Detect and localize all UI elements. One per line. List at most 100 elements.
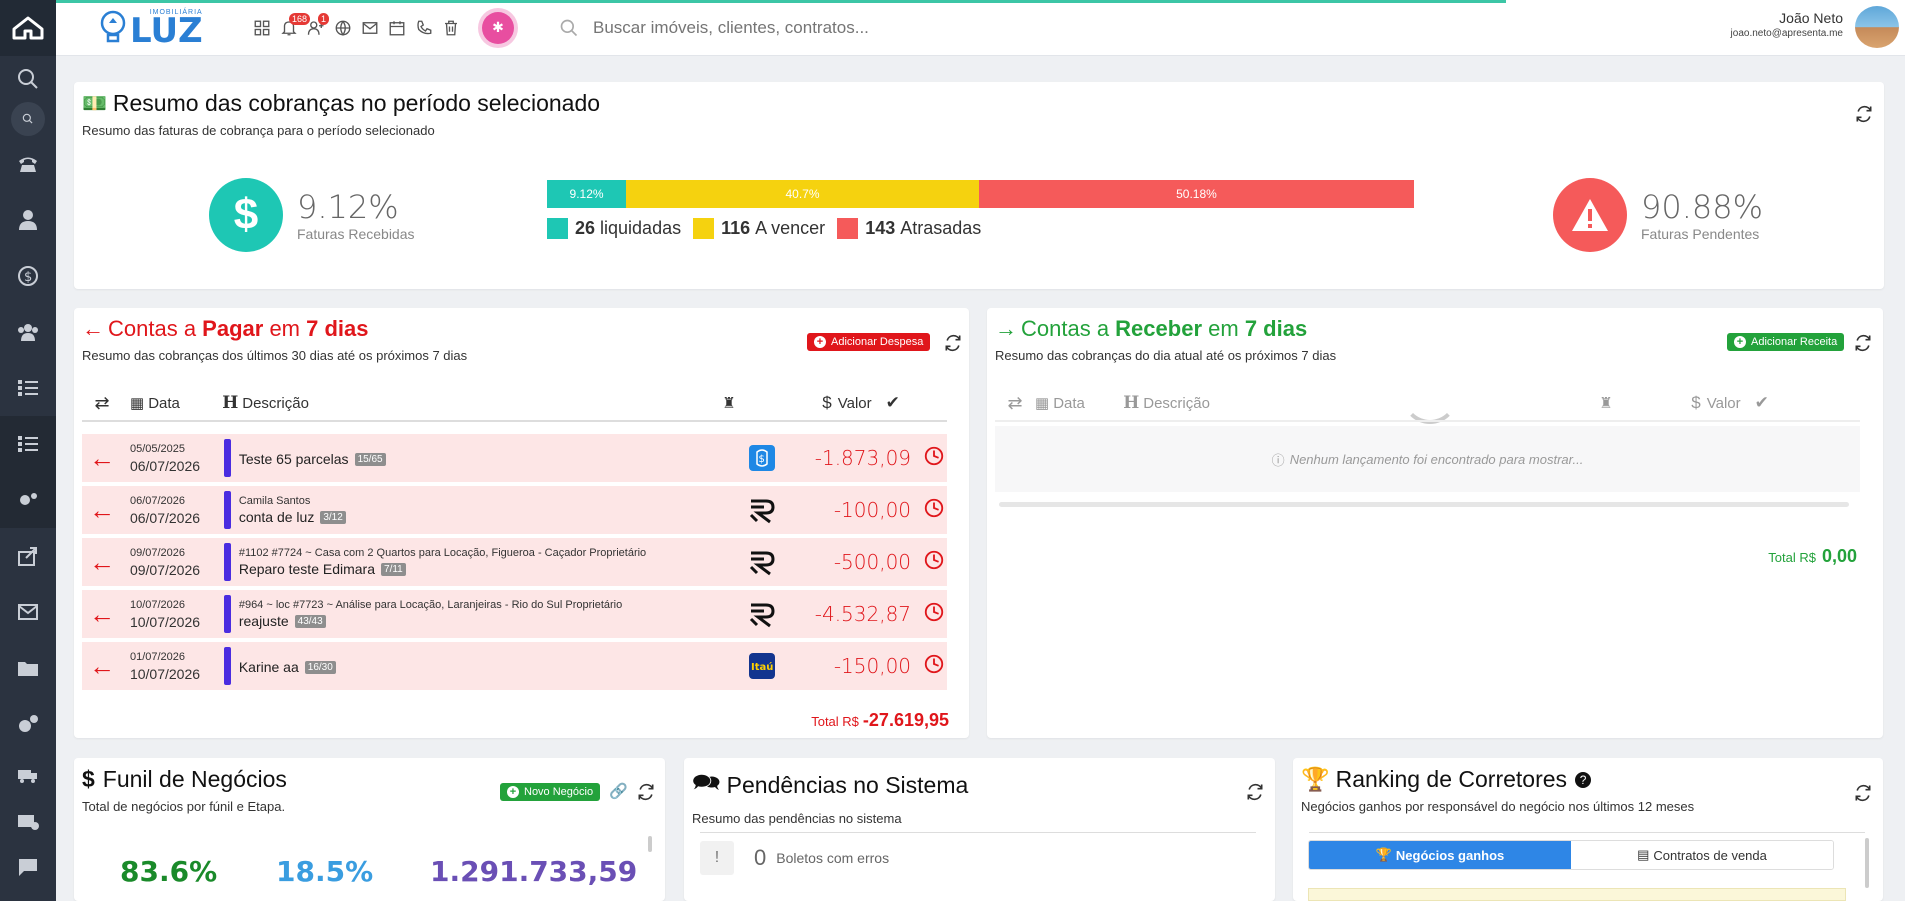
- sort-icon[interactable]: ⇄: [995, 393, 1035, 414]
- horizontal-scrollbar[interactable]: [999, 502, 1849, 507]
- bank-itau-icon: Itaú: [748, 652, 776, 680]
- envelope-icon[interactable]: [356, 13, 383, 43]
- tab-negocios-ganhos[interactable]: 🏆 Negócios ganhos: [1309, 841, 1571, 869]
- ranking-refresh-icon[interactable]: [1853, 783, 1873, 803]
- pendencias-refresh-icon[interactable]: [1245, 782, 1265, 802]
- new-deal-button[interactable]: + Novo Negócio: [500, 783, 601, 801]
- user-info[interactable]: João Neto joao.neto@apresenta.me: [1731, 10, 1843, 39]
- list-icon[interactable]: [0, 416, 56, 472]
- arrow-left-icon: ←: [88, 442, 115, 473]
- funil-kpi-conversion: 83.6%: [120, 855, 218, 888]
- globe-icon[interactable]: [329, 13, 356, 43]
- check-col-icon[interactable]: ✔: [1755, 393, 1769, 413]
- table-row[interactable]: ← 10/07/2026 10/07/2026 #964 ~ loc #7723 ~ …: [82, 590, 947, 640]
- sort-icon[interactable]: ⇄: [82, 393, 122, 414]
- row-title[interactable]: reajuste: [239, 613, 289, 629]
- status-legend: 26 liquidadas 116 A vencer 143 Atrasadas: [547, 218, 993, 239]
- arrow-left-icon: ←: [88, 546, 115, 577]
- lightbulb-icon: [100, 10, 126, 42]
- table-row[interactable]: ← 06/07/2026 06/07/2026 Camila Santos conta …: [82, 486, 947, 536]
- info-icon: ⓘ: [1271, 452, 1285, 468]
- clock-pending-icon[interactable]: [923, 653, 947, 680]
- folder-icon[interactable]: [0, 640, 56, 696]
- tab-contratos-venda[interactable]: ▤ Contratos de venda: [1571, 841, 1833, 869]
- pendencia-item[interactable]: ! 0 Boletos com erros: [700, 841, 889, 875]
- legend-item: 143 Atrasadas: [837, 218, 981, 239]
- legend-count: 26: [575, 218, 596, 238]
- apps-grid-icon[interactable]: [248, 13, 275, 43]
- col-data[interactable]: Data: [148, 395, 222, 412]
- global-search-input[interactable]: [593, 17, 1093, 38]
- quick-search-icon[interactable]: [0, 102, 56, 136]
- help-icon[interactable]: ?: [1575, 771, 1592, 788]
- gears-icon[interactable]: [0, 696, 56, 752]
- chat-icon[interactable]: [0, 844, 56, 890]
- col-descricao[interactable]: Descrição: [1143, 395, 1599, 412]
- check-col-icon[interactable]: ✔: [886, 393, 900, 413]
- summary-refresh-icon[interactable]: [1854, 104, 1874, 124]
- document-alert-icon: !: [700, 841, 734, 875]
- row-meta: #1102 #7724 ~ Casa com 2 Quartos para Lo…: [238, 547, 647, 559]
- pagar-refresh-icon[interactable]: [943, 333, 963, 353]
- row-value: -4.532,87: [814, 602, 912, 626]
- legend-count: 116: [721, 218, 751, 238]
- mail-icon[interactable]: [0, 584, 56, 640]
- share-icon[interactable]: [0, 528, 56, 584]
- users-icon[interactable]: [0, 304, 56, 360]
- row-title[interactable]: conta de luz: [239, 509, 315, 525]
- notifications-bell-icon[interactable]: 168: [275, 12, 311, 43]
- link-icon[interactable]: 🔗: [609, 782, 628, 800]
- pagar-subtitle: Resumo das cobranças dos últimos 30 dias…: [82, 348, 468, 363]
- row-date-original: 01/07/2026: [129, 650, 186, 663]
- col-descricao[interactable]: Descrição: [242, 395, 722, 412]
- add-expense-button[interactable]: + Adicionar Despesa: [807, 333, 931, 351]
- row-title[interactable]: Karine aa: [239, 659, 299, 675]
- checklist-icon[interactable]: [0, 890, 56, 901]
- phone-icon[interactable]: [0, 136, 56, 192]
- col-valor[interactable]: Valor: [838, 395, 872, 412]
- col-valor[interactable]: Valor: [1707, 395, 1741, 412]
- stacked-segment: 9.12%: [547, 180, 627, 208]
- calendar-icon[interactable]: [383, 13, 410, 43]
- settings-icon[interactable]: [0, 472, 56, 528]
- home-logo-icon[interactable]: [0, 0, 56, 56]
- users-requests-icon[interactable]: 1: [302, 12, 330, 43]
- pending-label: Faturas Pendentes: [1641, 226, 1760, 242]
- funil-scrollbar[interactable]: [648, 836, 652, 852]
- category-color-bar: [223, 491, 231, 529]
- truck-icon[interactable]: [0, 752, 56, 798]
- row-value: -1.873,09: [814, 446, 912, 470]
- row-title[interactable]: Teste 65 parcelas: [239, 451, 349, 467]
- summary-card: 💵 Resumo das cobranças no período seleci…: [74, 82, 1884, 289]
- funil-refresh-icon[interactable]: [636, 782, 656, 802]
- clock-pending-icon[interactable]: [923, 445, 947, 472]
- row-date-due: 10/07/2026: [129, 665, 201, 682]
- add-income-button[interactable]: + Adicionar Receita: [1727, 333, 1845, 351]
- ai-assistant-icon[interactable]: ✱: [482, 11, 514, 44]
- table-row[interactable]: ← 09/07/2026 09/07/2026 #1102 #7724 ~ Casa …: [82, 538, 947, 588]
- clock-pending-icon[interactable]: [923, 497, 947, 524]
- add-income-label: Adicionar Receita: [1751, 336, 1838, 348]
- search-icon[interactable]: [0, 56, 56, 102]
- clock-pending-icon[interactable]: [923, 549, 947, 576]
- legend-swatch: [693, 218, 715, 239]
- topbar: IMOBILIÁRIA LUZ 168 1 ✱ João Neto joao.n…: [56, 0, 1905, 56]
- receber-refresh-icon[interactable]: [1853, 333, 1873, 353]
- user-icon[interactable]: [0, 192, 56, 248]
- clock-pending-icon[interactable]: [923, 601, 947, 628]
- mail-settings-icon[interactable]: [0, 798, 56, 844]
- tasks-icon[interactable]: [0, 360, 56, 416]
- phone-call-icon[interactable]: [410, 13, 437, 43]
- row-title[interactable]: Reparo teste Edimara: [239, 561, 375, 577]
- trash-icon[interactable]: [437, 13, 464, 43]
- table-row[interactable]: ← 05/05/2025 06/07/2026 Teste 65 parcelas 15…: [82, 434, 947, 484]
- avatar[interactable]: [1855, 6, 1899, 48]
- brand-logo[interactable]: IMOBILIÁRIA LUZ: [98, 9, 208, 48]
- finance-icon[interactable]: $: [0, 248, 56, 304]
- category-color-bar: [223, 647, 231, 685]
- ranking-scrollbar[interactable]: [1865, 838, 1869, 888]
- col-data[interactable]: Data: [1053, 395, 1123, 412]
- arrow-left-icon: ←: [88, 494, 115, 525]
- table-row[interactable]: ← 01/07/2026 10/07/2026 Karine aa 16/30 Itaú -…: [82, 642, 947, 692]
- summary-subtitle: Resumo das faturas de cobrança para o pe…: [82, 123, 435, 138]
